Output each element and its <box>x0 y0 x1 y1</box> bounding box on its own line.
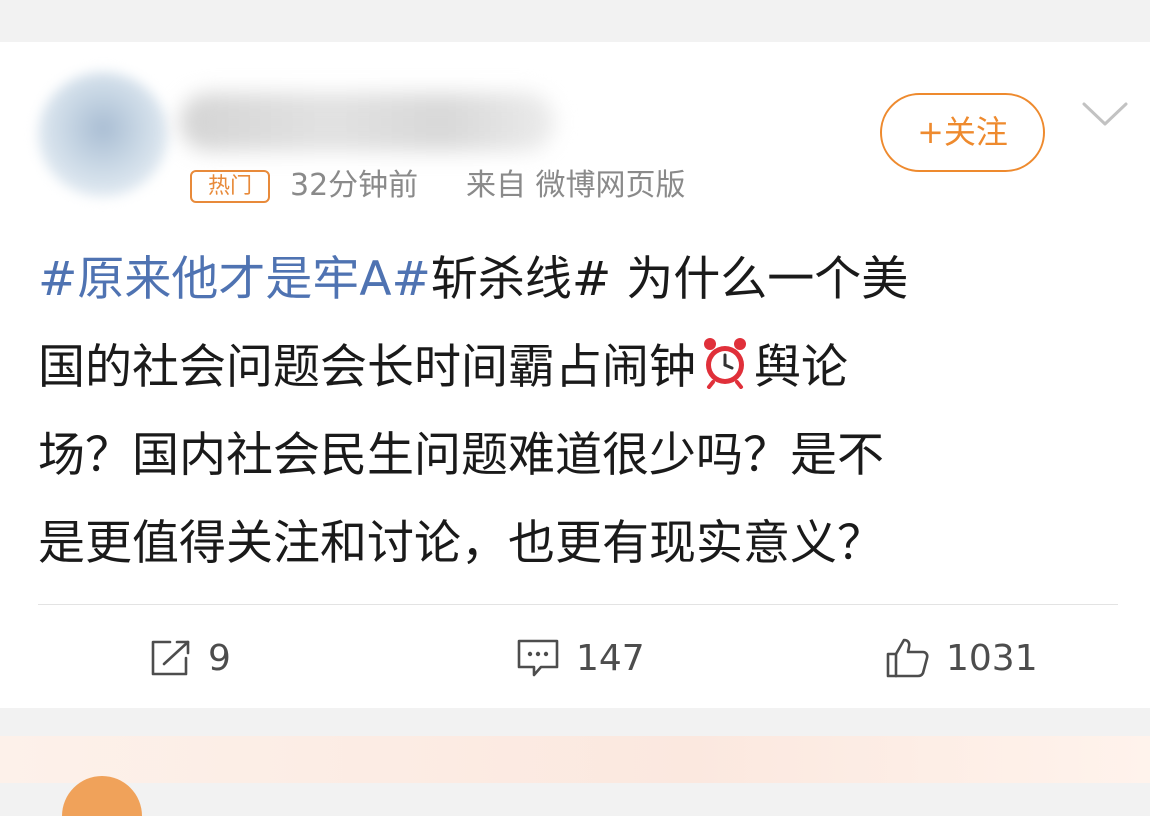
hot-tag: 热门 <box>190 170 270 203</box>
comment-button[interactable]: 147 <box>514 630 645 686</box>
topic-link[interactable]: #原来他才是牢A# <box>38 252 431 307</box>
comment-icon <box>517 639 559 677</box>
content-text: 为什么一个美 <box>611 252 909 307</box>
username-blurred[interactable] <box>180 93 555 151</box>
follow-button[interactable]: +关注 <box>880 93 1045 172</box>
alarm-clock-icon <box>704 338 746 389</box>
next-post-card <box>0 736 1150 783</box>
post-content: #原来他才是牢A#斩杀线# 为什么一个美 国的社会问题会长时间霸占闹钟 舆论 场… <box>38 236 1123 588</box>
content-line-4: 是更值得关注和讨论，也更有现实意义？ <box>38 516 884 571</box>
content-line-1: #原来他才是牢A#斩杀线# 为什么一个美 <box>38 236 1123 324</box>
share-icon <box>151 640 190 676</box>
content-text: 国的社会问题会长时间霸占闹钟 <box>38 340 696 395</box>
like-count: 1031 <box>946 637 1038 679</box>
content-line-2: 国的社会问题会长时间霸占闹钟 舆论 <box>38 324 1123 412</box>
repost-button[interactable]: 9 <box>148 630 231 686</box>
topic-text: 斩杀线# <box>430 252 612 307</box>
chevron-down-icon[interactable] <box>1080 98 1130 130</box>
like-button[interactable]: 1031 <box>884 630 1038 686</box>
avatar[interactable] <box>38 72 168 197</box>
thumbs-up-icon <box>886 638 929 678</box>
content-text: 舆论 <box>754 340 848 395</box>
post-time: 32分钟前 <box>290 168 419 203</box>
divider <box>38 604 1118 605</box>
comment-count: 147 <box>576 637 645 679</box>
post-source: 来自 微博网页版 <box>466 168 686 203</box>
repost-count: 9 <box>208 637 231 679</box>
content-line-3: 场？国内社会民生问题难道很少吗？是不 <box>38 428 884 483</box>
